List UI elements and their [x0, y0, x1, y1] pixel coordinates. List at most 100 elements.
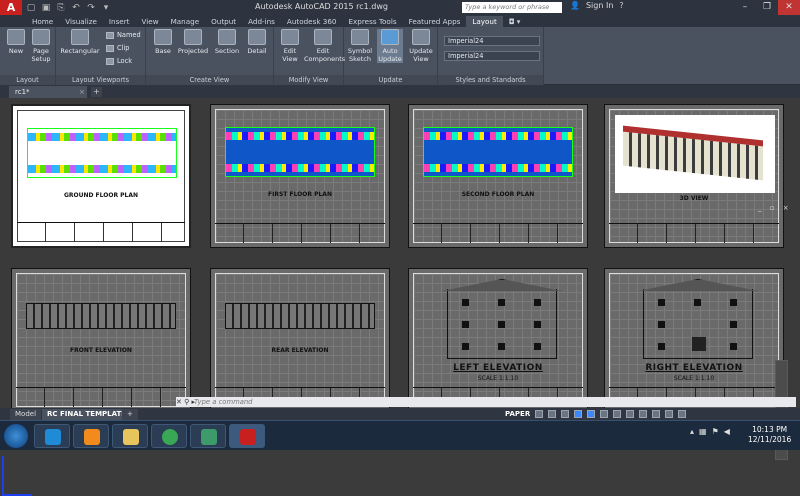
annotation-scale-icon[interactable] [613, 410, 622, 418]
section-view-button[interactable]: Section [212, 29, 242, 55]
taskbar-autocad[interactable] [229, 424, 265, 448]
user-icon[interactable]: 👤 [570, 1, 580, 10]
drawing-canvas[interactable]: GROUND FLOOR PLAN FIRST FLOOR PLAN SECON… [0, 98, 800, 496]
taskbar-notepad[interactable] [190, 424, 226, 448]
lineweight-icon[interactable] [600, 410, 609, 418]
projected-view-icon [184, 29, 202, 45]
quick-access-dropdown-icon[interactable]: ▾ [100, 2, 112, 14]
edit-components-button[interactable]: Edit Components [304, 29, 345, 63]
sign-in-button[interactable]: Sign In [586, 1, 613, 10]
close-file-tab-icon[interactable]: × [79, 86, 85, 98]
paper-space-toggle[interactable]: PAPER [505, 410, 530, 418]
network-icon[interactable]: ▦ [699, 427, 707, 436]
file-tab-rc1[interactable]: rc1* × [9, 86, 87, 98]
open-file-icon[interactable]: ▣ [40, 2, 52, 14]
command-line-input[interactable]: Type a command [176, 397, 796, 407]
named-viewport-button[interactable]: Named [106, 31, 141, 39]
polar-icon[interactable] [574, 410, 583, 418]
close-button[interactable]: ✕ [778, 0, 800, 15]
customization-menu-icon[interactable] [678, 410, 687, 418]
workspace-gear-icon[interactable] [626, 410, 635, 418]
ribbon-group-modify-view: Edit View Edit Components Modify View [274, 27, 345, 85]
taskbar-chrome[interactable] [151, 424, 187, 448]
lock-viewport-button[interactable]: Lock [106, 57, 132, 65]
sheet-scale: SCALE 1:1.10 [477, 375, 519, 382]
isolate-objects-icon[interactable] [639, 410, 648, 418]
detail-view-button[interactable]: Detail [244, 29, 270, 55]
tab-view[interactable]: View [136, 16, 165, 27]
taskbar-file-explorer[interactable] [112, 424, 148, 448]
update-view-button[interactable]: Update View [407, 29, 435, 63]
symbol-sketch-button[interactable]: Symbol Sketch [347, 29, 373, 63]
tab-manage[interactable]: Manage [165, 16, 206, 27]
rectangular-viewport-button[interactable]: Rectangular [58, 29, 102, 55]
base-view-button[interactable]: Base [150, 29, 176, 55]
start-button[interactable] [4, 424, 28, 448]
snap-icon[interactable] [548, 410, 557, 418]
sheet-ground-floor-plan[interactable]: GROUND FLOOR PLAN [11, 104, 191, 248]
new-layout-button[interactable]: New [3, 29, 29, 55]
tab-rc-final-template[interactable]: RC FINAL TEMPLATE [42, 409, 132, 420]
tab-autodesk-360[interactable]: Autodesk 360 [281, 16, 343, 27]
media-player-icon [84, 429, 100, 445]
auto-update-button[interactable]: Auto Update [377, 29, 403, 63]
flag-icon[interactable]: ⚑ [712, 427, 719, 436]
tab-add-ins[interactable]: Add-ins [242, 16, 281, 27]
volume-icon[interactable]: ◀ [724, 427, 730, 436]
lock-icon [106, 57, 114, 65]
clip-viewport-button[interactable]: Clip [106, 44, 129, 52]
sheet-title-block [17, 222, 185, 242]
style-select-2[interactable]: Imperial24 [444, 51, 540, 61]
tab-output[interactable]: Output [205, 16, 242, 27]
viewport-window-controls[interactable]: _ ▫ × [758, 204, 792, 212]
show-hidden-icons-icon[interactable]: ▴ [690, 427, 694, 436]
projected-view-button[interactable]: Projected [176, 29, 210, 55]
taskbar-clock[interactable]: 10:13 PM 12/11/2016 [748, 425, 791, 445]
tab-insert[interactable]: Insert [103, 16, 136, 27]
grid-icon[interactable] [535, 410, 544, 418]
front-elevation-drawing [26, 303, 176, 329]
ribbon-panel: New Page Setup Layout Rectangular Named … [0, 27, 800, 85]
search-input[interactable]: Type a keyword or phrase [462, 2, 562, 13]
sheet-front-elevation[interactable]: FRONT ELEVATION [11, 268, 191, 412]
tab-layout[interactable]: Layout [466, 16, 503, 27]
sheet-first-floor-plan[interactable]: FIRST FLOOR PLAN [210, 104, 390, 248]
edit-view-button[interactable]: Edit View [277, 29, 303, 63]
redo-icon[interactable]: ↷ [85, 2, 97, 14]
style-select-1[interactable]: Imperial24 [444, 36, 540, 46]
new-file-icon[interactable]: ▢ [25, 2, 37, 14]
taskbar-internet-explorer[interactable] [34, 424, 70, 448]
tab-model[interactable]: Model [10, 409, 42, 420]
minimize-button[interactable]: – [734, 0, 756, 15]
clean-screen-icon[interactable] [665, 410, 674, 418]
restore-button[interactable]: ❐ [756, 0, 778, 15]
help-icon[interactable]: ? [619, 1, 623, 10]
autocad-icon [240, 429, 256, 445]
sheet-3d-view[interactable]: 3D VIEW [604, 104, 784, 248]
new-file-tab-button[interactable]: + [91, 87, 102, 97]
sheet-right-elevation[interactable]: RIGHT ELEVATION SCALE 1:1.10 [604, 268, 784, 412]
ribbon-group-label: Layout Viewports [56, 75, 145, 85]
rear-elevation-drawing [225, 303, 375, 329]
window [694, 299, 701, 306]
ribbon-options-icon[interactable]: ◘ ▾ [503, 16, 527, 27]
sheet-second-floor-plan[interactable]: SECOND FLOOR PLAN [408, 104, 588, 248]
osnap-icon[interactable] [587, 410, 596, 418]
update-view-icon [412, 29, 430, 45]
hardware-acceleration-icon[interactable] [652, 410, 661, 418]
save-icon[interactable]: ⎘ [55, 2, 67, 14]
autocad-logo-icon[interactable]: A [0, 0, 22, 15]
sheet-rear-elevation[interactable]: REAR ELEVATION [210, 268, 390, 412]
undo-icon[interactable]: ↶ [70, 2, 82, 14]
command-line-icons[interactable]: ✕ ⚲ ▸ [176, 397, 195, 407]
taskbar-media-player[interactable] [73, 424, 109, 448]
add-layout-button[interactable]: + [122, 409, 138, 420]
tab-visualize[interactable]: Visualize [59, 16, 103, 27]
window [462, 321, 469, 328]
tab-home[interactable]: Home [26, 16, 59, 27]
ortho-icon[interactable] [561, 410, 570, 418]
page-setup-button[interactable]: Page Setup [28, 29, 54, 63]
tab-express-tools[interactable]: Express Tools [343, 16, 403, 27]
sheet-left-elevation[interactable]: LEFT ELEVATION SCALE 1:1.10 [408, 268, 588, 412]
tab-featured-apps[interactable]: Featured Apps [403, 16, 467, 27]
